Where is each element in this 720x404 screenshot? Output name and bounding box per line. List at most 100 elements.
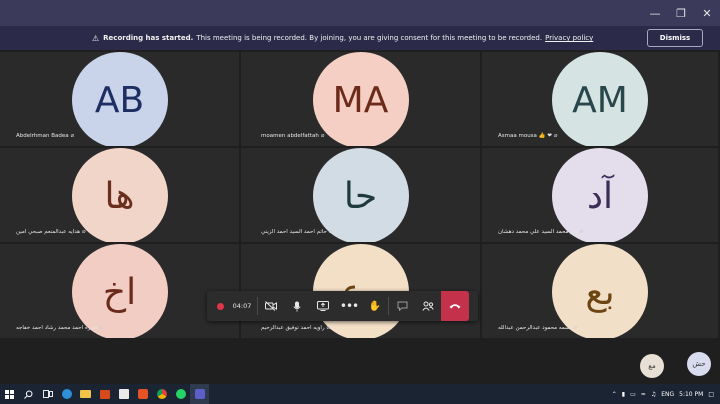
more-icon: •••	[339, 299, 359, 313]
search-button[interactable]	[19, 384, 38, 404]
taskbar-app-teams[interactable]	[190, 384, 209, 404]
participant-name-label: اميره احمد محمد رشاد احمد خفاجه ⌀	[16, 324, 103, 331]
call-timer: 04:07	[232, 302, 252, 310]
participant-name: راويه احمد توفيق عبدالرحيم	[261, 324, 325, 331]
participant-name-label: آدم محمد السيد علي محمد دهشان ⌀	[498, 228, 583, 235]
wifi-icon[interactable]: ≈	[641, 391, 646, 398]
chat-button[interactable]	[389, 291, 415, 321]
avatar-initials: آد	[586, 175, 614, 217]
participant-tile[interactable]: حا حاتم احمد السيد احمد الزيني ⌀	[241, 148, 482, 244]
taskbar-app-edge[interactable]	[57, 384, 76, 404]
minimize-button[interactable]: —	[642, 0, 668, 26]
avatar-initials: حا	[343, 175, 378, 217]
mic-muted-icon: ⌀	[70, 132, 75, 139]
people-icon	[422, 301, 434, 311]
participant-tile[interactable]: بع بسمه محمود عبدالرحمن عبدالله ⌀	[482, 244, 720, 340]
avatar-initials: ها	[104, 175, 135, 217]
participant-tile[interactable]: MA moamen abdelfattah ⌀	[241, 52, 482, 148]
mic-muted-icon: ⌀	[579, 228, 584, 235]
share-screen-icon	[317, 301, 329, 311]
participant-tile[interactable]: ها هدايه عبدالمنعم صبحي امين ⌀	[0, 148, 241, 244]
chevron-up-icon[interactable]: ⌃	[612, 391, 617, 398]
participant-tile[interactable]: AB Abdelrhman Badea ⌀	[0, 52, 241, 148]
call-control-bar: 04:07 ••• ✋	[207, 291, 478, 321]
participant-name-label: راويه احمد توفيق عبدالرحيم ⌀	[261, 324, 330, 331]
bottom-strip: مع حش	[0, 340, 720, 384]
office-icon	[137, 389, 148, 399]
battery-icon[interactable]: ▭	[630, 391, 636, 398]
participant-name-label: Asmaa mousa 👍 ❤ ⌀	[498, 132, 558, 139]
avatar-initials: MA	[332, 79, 389, 121]
participant-tile[interactable]: AM Asmaa mousa 👍 ❤ ⌀	[482, 52, 720, 148]
mic-icon	[293, 301, 301, 311]
close-button[interactable]: ✕	[694, 0, 720, 26]
taskbar-app-explorer[interactable]	[76, 384, 95, 404]
windows-taskbar: ⌃ ▮ ▭ ≈ ♫ ENG 5:10 PM □	[0, 384, 720, 404]
avatar-initials: مع	[648, 362, 656, 370]
participant-name-label: هدايه عبدالمنعم صبحي امين ⌀	[16, 228, 86, 235]
taskbar-app-office[interactable]	[133, 384, 152, 404]
participant-name: حاتم احمد السيد احمد الزيني	[261, 228, 327, 235]
recording-indicator	[207, 291, 227, 321]
mini-avatar[interactable]: حش	[687, 352, 711, 376]
participant-name-label: moamen abdelfattah ⌀	[261, 132, 324, 139]
avatar-initials: بع	[585, 271, 615, 313]
camera-off-icon	[265, 301, 277, 311]
share-screen-button[interactable]	[310, 291, 336, 321]
microphone-tray-icon[interactable]: ▮	[622, 391, 625, 398]
teams-meeting-window: — ❐ ✕ ⚠ Recording has started. This meet…	[0, 0, 720, 384]
avatar: AB	[71, 52, 168, 146]
participant-name: هدايه عبدالمنعم صبحي امين	[16, 228, 81, 235]
privacy-policy-link[interactable]: Privacy policy	[545, 34, 593, 42]
participant-name-label: Abdelrhman Badea ⌀	[16, 132, 74, 139]
restore-button[interactable]: ❐	[668, 0, 694, 26]
mic-button[interactable]	[284, 291, 310, 321]
participant-name-label: بسمه محمود عبدالرحمن عبدالله ⌀	[498, 324, 577, 331]
participant-name: Asmaa mousa 👍 ❤	[498, 132, 552, 139]
window-controls: — ❐ ✕	[642, 0, 720, 26]
system-tray: ⌃ ▮ ▭ ≈ ♫ ENG 5:10 PM □	[612, 384, 720, 404]
camera-button[interactable]	[258, 291, 284, 321]
mini-avatar[interactable]: مع	[640, 354, 664, 378]
people-button[interactable]	[415, 291, 441, 321]
task-view-button[interactable]	[38, 384, 57, 404]
participant-name-label: حاتم احمد السيد احمد الزيني ⌀	[261, 228, 333, 235]
teams-icon	[194, 389, 205, 399]
folder-icon	[80, 390, 91, 398]
task-view-icon	[42, 390, 53, 398]
windows-logo-icon	[5, 389, 14, 399]
clock[interactable]: 5:10 PM	[679, 391, 703, 398]
banner-message: This meeting is being recorded. By joini…	[196, 34, 543, 42]
participant-tile[interactable]: آد آدم محمد السيد علي محمد دهشان ⌀	[482, 148, 720, 244]
mic-muted-icon: ⌀	[98, 324, 103, 331]
participant-name: بسمه محمود عبدالرحمن عبدالله	[498, 324, 572, 331]
edge-icon	[61, 389, 72, 399]
whatsapp-icon	[175, 389, 186, 399]
taskbar-app-store[interactable]	[114, 384, 133, 404]
mic-muted-icon: ⌀	[328, 228, 333, 235]
more-button[interactable]: •••	[336, 291, 362, 321]
participant-name: آدم محمد السيد علي محمد دهشان	[498, 228, 578, 235]
notification-icon[interactable]: □	[708, 391, 714, 398]
taskbar-app-whatsapp[interactable]	[171, 384, 190, 404]
avatar-initials: AB	[94, 79, 145, 121]
taskbar-app-chrome[interactable]	[152, 384, 171, 404]
dismiss-button[interactable]: Dismiss	[647, 29, 703, 47]
language-indicator[interactable]: ENG	[661, 391, 674, 398]
start-button[interactable]	[0, 384, 19, 404]
hang-up-button[interactable]	[441, 291, 469, 321]
mic-muted-icon: ⌀	[553, 132, 558, 139]
search-icon	[24, 390, 33, 399]
participant-tile[interactable]: اخ اميره احمد محمد رشاد احمد خفاجه ⌀	[0, 244, 241, 340]
banner-title: Recording has started.	[103, 34, 194, 42]
chrome-icon	[156, 389, 167, 399]
mic-muted-icon: ⌀	[326, 324, 331, 331]
recording-dot-icon	[216, 302, 224, 310]
warning-icon: ⚠	[92, 33, 100, 43]
participant-name: اميره احمد محمد رشاد احمد خفاجه	[16, 324, 97, 331]
avatar: MA	[312, 52, 409, 146]
taskbar-app-media[interactable]	[95, 384, 114, 404]
recording-banner: ⚠ Recording has started. This meeting is…	[0, 26, 720, 50]
raise-hand-button[interactable]: ✋	[362, 291, 388, 321]
volume-icon[interactable]: ♫	[651, 391, 656, 398]
